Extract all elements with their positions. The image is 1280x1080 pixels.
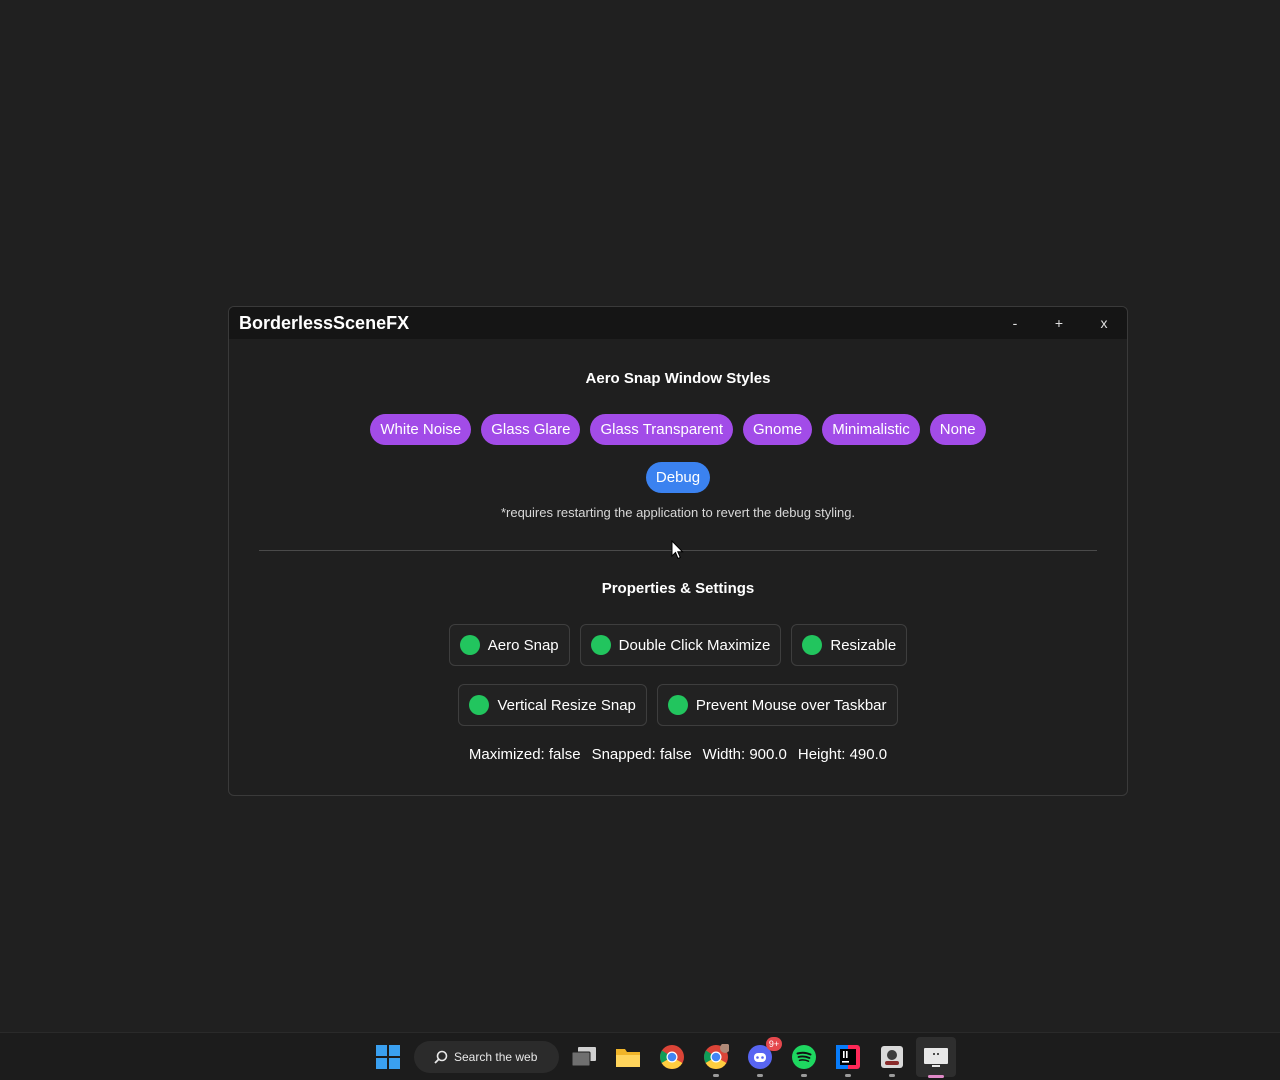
window-title: BorderlessSceneFX	[239, 313, 410, 333]
active-app-icon[interactable]	[922, 1043, 950, 1071]
taskbar-search[interactable]: Search the web	[414, 1041, 559, 1073]
toggle-prevent-mouse-over-taskbar[interactable]: Prevent Mouse over Taskbar	[656, 684, 898, 726]
running-indicator	[801, 1074, 807, 1077]
search-icon	[434, 1050, 448, 1064]
task-view-icon[interactable]	[570, 1043, 598, 1071]
toggle-double-click-maximize[interactable]: Double Click Maximize	[579, 624, 782, 666]
intellij-icon[interactable]	[834, 1043, 862, 1077]
desktop: BorderlessSceneFX - + x Aero Snap Window…	[0, 0, 1280, 1080]
java-app-icon[interactable]	[878, 1043, 906, 1077]
toggle-label: Vertical Resize Snap	[497, 696, 636, 714]
toggle-vertical-resize-snap[interactable]: Vertical Resize Snap	[458, 684, 647, 726]
toggle-resizable[interactable]: Resizable	[791, 624, 908, 666]
toggles-row-1: Aero Snap Double Click Maximize Resizabl…	[229, 624, 1127, 666]
status-snapped: Snapped: false	[591, 746, 692, 763]
status-width: Width: 900.0	[702, 746, 787, 763]
spotify-icon[interactable]	[790, 1043, 818, 1077]
taskbar: Search the web 9+	[0, 1032, 1280, 1080]
toggle-on-indicator	[667, 695, 688, 715]
toggle-on-indicator	[459, 635, 480, 655]
style-button-glass-glare[interactable]: Glass Glare	[481, 414, 581, 445]
style-button-glass-transparent[interactable]: Glass Transparent	[590, 414, 734, 445]
toggle-label: Aero Snap	[487, 636, 559, 654]
debug-row: Debug	[229, 462, 1127, 493]
mouse-cursor-icon	[671, 540, 684, 560]
style-button-none[interactable]: None	[929, 414, 986, 445]
search-placeholder: Search the web	[454, 1050, 538, 1064]
style-button-white-noise[interactable]: White Noise	[370, 414, 472, 445]
chrome-icon[interactable]	[658, 1043, 686, 1071]
running-indicator	[757, 1074, 763, 1077]
toggle-on-indicator	[590, 635, 611, 655]
discord-icon[interactable]: 9+	[746, 1037, 782, 1077]
toggle-aero-snap[interactable]: Aero Snap	[448, 624, 570, 666]
close-button[interactable]: x	[1089, 313, 1119, 333]
toggle-label: Prevent Mouse over Taskbar	[695, 696, 887, 714]
maximize-button[interactable]: +	[1044, 313, 1074, 333]
toggle-label: Resizable	[830, 636, 897, 654]
toggle-on-indicator	[802, 635, 823, 655]
running-indicator	[845, 1074, 851, 1077]
debug-button[interactable]: Debug	[645, 462, 711, 493]
running-indicator	[889, 1074, 895, 1077]
running-indicator	[713, 1074, 719, 1077]
minimize-button[interactable]: -	[1000, 313, 1030, 333]
style-button-minimalistic[interactable]: Minimalistic	[822, 414, 920, 445]
toggle-label: Double Click Maximize	[618, 636, 771, 654]
title-bar[interactable]: BorderlessSceneFX - + x	[229, 307, 1127, 339]
notification-badge: 9+	[766, 1037, 782, 1051]
style-button-gnome[interactable]: Gnome	[743, 414, 813, 445]
style-buttons-row: White Noise Glass Glare Glass Transparen…	[229, 414, 1127, 445]
file-explorer-icon[interactable]	[614, 1043, 642, 1071]
styles-section-title: Aero Snap Window Styles	[585, 370, 771, 387]
status-maximized: Maximized: false	[468, 746, 581, 763]
debug-note: *requires restarting the application to …	[500, 505, 856, 520]
status-height: Height: 490.0	[797, 746, 888, 763]
properties-section-title: Properties & Settings	[601, 580, 755, 597]
active-app-indicator	[928, 1075, 944, 1078]
chrome-profile-icon[interactable]	[702, 1043, 730, 1077]
start-icon[interactable]	[374, 1043, 402, 1071]
toggles-row-2: Vertical Resize Snap Prevent Mouse over …	[229, 684, 1127, 726]
status-line: Maximized: false Snapped: false Width: 9…	[229, 746, 1127, 763]
toggle-on-indicator	[469, 695, 490, 715]
